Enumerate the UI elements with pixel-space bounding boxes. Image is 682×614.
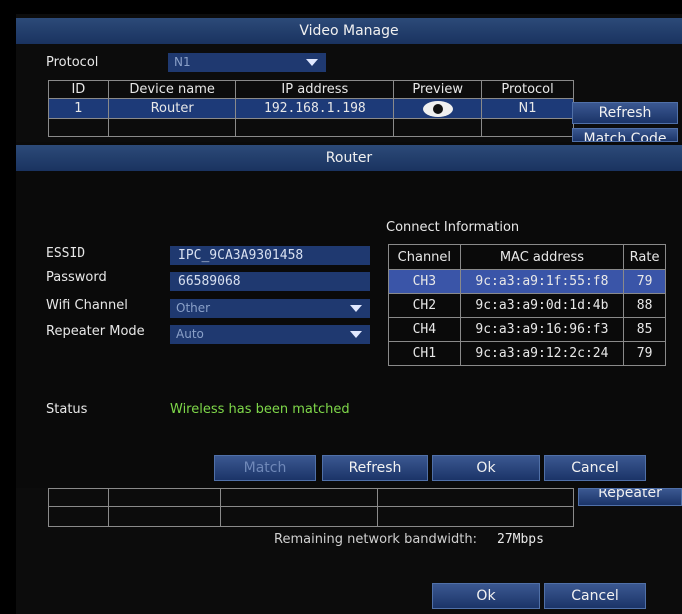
chevron-down-icon	[306, 59, 318, 66]
cell-device-name: Router	[107, 98, 237, 119]
device-table-lower	[48, 488, 574, 527]
column-header-preview: Preview	[393, 80, 483, 99]
cell-id: 1	[48, 98, 109, 119]
refresh-button-dialog[interactable]: Refresh	[322, 455, 428, 481]
cell-mac: 9c:a3:a9:12:2c:24	[459, 341, 625, 366]
column-header-protocol: Protocol	[481, 80, 574, 99]
protocol-select[interactable]: N1	[168, 53, 326, 72]
refresh-button[interactable]: Refresh	[572, 102, 678, 124]
table-row[interactable]: CH3 9c:a3:a9:1f:55:f8 79	[388, 269, 666, 294]
table-row[interactable]: CH4 9c:a3:a9:16:96:f3 85	[388, 317, 666, 342]
device-table-header: ID Device name IP address Preview Protoc…	[48, 80, 574, 99]
cell-protocol: N1	[481, 98, 574, 119]
cell-channel: CH2	[388, 293, 461, 318]
connect-table-header: Channel MAC address Rate	[388, 244, 666, 270]
empty-cell	[48, 118, 109, 137]
protocol-select-value: N1	[174, 55, 191, 69]
wifi-channel-label: Wifi Channel	[46, 298, 128, 313]
cancel-button[interactable]: Cancel	[544, 455, 646, 481]
status-label: Status	[46, 402, 88, 417]
repeater-button[interactable]: Repeater	[578, 488, 682, 506]
cell-channel: CH1	[388, 341, 461, 366]
empty-cell	[219, 488, 379, 507]
connect-info-table: Channel MAC address Rate CH3 9c:a3:a9:1f…	[388, 244, 666, 366]
column-header-ip: IP address	[235, 80, 395, 99]
empty-cell	[107, 488, 221, 507]
cell-mac: 9c:a3:a9:1f:55:f8	[459, 269, 625, 294]
table-row[interactable]: 1 Router 192.168.1.198 N1	[48, 98, 574, 119]
table-row	[48, 118, 574, 137]
cell-channel: CH4	[388, 317, 461, 342]
match-code-button[interactable]: Match Code	[572, 128, 678, 142]
empty-cell	[219, 506, 379, 527]
column-header-rate: Rate	[623, 244, 666, 270]
empty-cell	[377, 488, 574, 507]
chevron-down-icon	[350, 305, 362, 312]
cell-rate: 88	[623, 293, 666, 318]
empty-cell	[48, 506, 109, 527]
bandwidth-label: Remaining network bandwidth:	[274, 532, 478, 547]
repeater-mode-label: Repeater Mode	[46, 324, 145, 339]
cell-preview[interactable]	[393, 98, 483, 119]
wifi-channel-value: Other	[176, 301, 211, 315]
cell-rate: 85	[623, 317, 666, 342]
empty-cell	[235, 118, 395, 137]
column-header-device-name: Device name	[107, 80, 237, 99]
cancel-button-bottom[interactable]: Cancel	[544, 583, 646, 609]
empty-cell	[481, 118, 574, 137]
cell-ip: 192.168.1.198	[235, 98, 395, 119]
cell-channel: CH3	[388, 269, 461, 294]
repeater-mode-select[interactable]: Auto	[170, 325, 370, 344]
empty-cell	[393, 118, 483, 137]
protocol-label: Protocol	[46, 55, 99, 70]
table-row[interactable]: CH1 9c:a3:a9:12:2c:24 79	[388, 341, 666, 366]
empty-cell	[107, 118, 237, 137]
repeater-mode-value: Auto	[176, 327, 204, 341]
table-row[interactable]: CH2 9c:a3:a9:0d:1d:4b 88	[388, 293, 666, 318]
password-label: Password	[46, 270, 107, 285]
match-button[interactable]: Match	[214, 455, 316, 481]
empty-cell	[107, 506, 221, 527]
status-value: Wireless has been matched	[170, 402, 350, 417]
device-table: ID Device name IP address Preview Protoc…	[48, 80, 574, 137]
cell-rate: 79	[623, 341, 666, 366]
empty-cell	[377, 506, 574, 527]
table-row	[48, 506, 574, 527]
column-header-channel: Channel	[388, 244, 461, 270]
empty-cell	[48, 488, 109, 507]
ok-button-bottom[interactable]: Ok	[432, 583, 540, 609]
connect-info-label: Connect Information	[386, 220, 520, 235]
cell-rate: 79	[623, 269, 666, 294]
table-row	[48, 488, 574, 507]
essid-label: ESSID	[46, 246, 86, 261]
cell-mac: 9c:a3:a9:0d:1d:4b	[459, 293, 625, 318]
bandwidth-value: 27Mbps	[497, 532, 544, 547]
chevron-down-icon	[350, 331, 362, 338]
ok-button[interactable]: Ok	[432, 455, 540, 481]
cell-mac: 9c:a3:a9:16:96:f3	[459, 317, 625, 342]
eye-icon[interactable]	[422, 100, 453, 117]
essid-field[interactable]: IPC_9CA3A9301458	[170, 246, 370, 265]
password-field[interactable]: 66589068	[170, 272, 370, 291]
router-dialog-title: Router	[16, 145, 682, 171]
video-manage-title: Video Manage	[16, 18, 682, 44]
wifi-channel-select[interactable]: Other	[170, 299, 370, 318]
column-header-mac: MAC address	[459, 244, 625, 270]
column-header-id: ID	[48, 80, 109, 99]
